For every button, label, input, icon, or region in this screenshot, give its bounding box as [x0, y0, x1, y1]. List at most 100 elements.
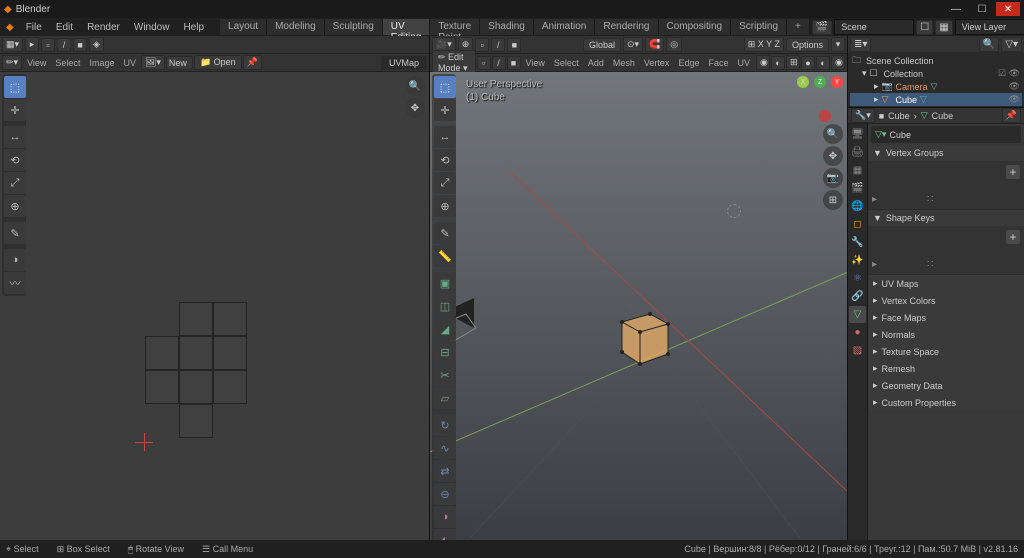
tool-rotate[interactable]: ⟲: [4, 149, 26, 171]
v3d-mesh[interactable]: Mesh: [609, 58, 639, 68]
tree-collection[interactable]: ▾☐Collection☑ 👁: [850, 67, 1022, 80]
tab-rendering[interactable]: Rendering: [595, 19, 658, 35]
camera-view-icon[interactable]: 📷: [823, 168, 843, 188]
tree-scene-collection[interactable]: 🗀Scene Collection: [850, 54, 1022, 67]
sel-island[interactable]: ◈: [89, 37, 104, 52]
mode-uv[interactable]: ✏▾: [2, 55, 22, 70]
ptab-material[interactable]: ●: [849, 324, 866, 341]
scene-new[interactable]: ☐: [916, 20, 933, 35]
mirror-x-icon[interactable]: ⊞ X Y Z: [744, 37, 784, 52]
persp-icon[interactable]: ⊞: [823, 190, 843, 210]
v3d-vertex[interactable]: Vertex: [640, 58, 674, 68]
tool-smooth[interactable]: ∿: [434, 437, 456, 459]
tab-texture-paint[interactable]: Texture Paint: [430, 19, 480, 35]
prop-edit-icon[interactable]: ◎: [666, 37, 682, 52]
view3d-viewport[interactable]: ⬚ ✛ ↔ ⟲ ⤢ ⊕ ✎ 📏 ▣ ◫ ◢ ⊟ ✂ ▱ ↻ ∿ ⇄: [430, 72, 847, 540]
blender-icon[interactable]: ◆: [2, 22, 18, 33]
gizmo-toggle-icon[interactable]: ◐: [771, 56, 785, 70]
section-custom-properties[interactable]: ▸Custom Properties: [868, 394, 1024, 411]
shading-render-icon[interactable]: ◉: [831, 55, 845, 70]
pin-icon[interactable]: 📌: [1002, 108, 1021, 123]
tab-animation[interactable]: Animation: [534, 19, 595, 35]
section-face-maps[interactable]: ▸Face Maps: [868, 309, 1024, 326]
add-shapekey[interactable]: +: [1006, 230, 1020, 244]
ptab-texture[interactable]: ▨: [849, 342, 866, 359]
tab-layout[interactable]: Layout: [220, 19, 267, 35]
v3d-sel-face[interactable]: ■: [507, 56, 521, 70]
tab-uv-editing[interactable]: UV Editing: [383, 19, 431, 35]
ptab-mesh[interactable]: ▽: [849, 306, 866, 323]
tab-add[interactable]: +: [787, 19, 810, 35]
viewlayer-name[interactable]: View Layer: [955, 19, 1024, 35]
outliner-type-icon[interactable]: ≣▾: [850, 37, 871, 52]
ptab-physics[interactable]: ⚛: [849, 270, 866, 287]
ptab-render[interactable]: 🖥: [849, 126, 866, 143]
shapekey-special[interactable]: ∷: [927, 259, 933, 270]
section-geometry-data[interactable]: ▸Geometry Data: [868, 377, 1024, 394]
tool-inset[interactable]: ◫: [434, 295, 456, 317]
minimize-button[interactable]: —: [944, 2, 968, 16]
pivot-icon[interactable]: ⊙▾: [623, 37, 643, 52]
tab-shading[interactable]: Shading: [480, 19, 534, 35]
tab-sculpting[interactable]: Sculpting: [325, 19, 383, 35]
v3d-view[interactable]: View: [522, 58, 549, 68]
uv-select[interactable]: Select: [51, 58, 84, 68]
menu-render[interactable]: Render: [81, 20, 126, 35]
ptab-world[interactable]: 🌐: [849, 198, 866, 215]
v3d-sel-edge[interactable]: /: [492, 56, 506, 70]
tree-cube[interactable]: ▸▽Cube▽👁: [850, 93, 1022, 106]
mesh-name-field[interactable]: ▽▾Cube: [871, 126, 1021, 143]
tool-rip-edge[interactable]: ◐: [434, 529, 456, 540]
tool-scale-3d[interactable]: ⤢: [434, 172, 456, 194]
tool-grab[interactable]: 〰: [4, 272, 26, 294]
menu-file[interactable]: File: [20, 20, 48, 35]
select-mode-face[interactable]: ■: [507, 38, 521, 52]
open-button[interactable]: 📁 Open: [194, 55, 242, 70]
pan-3d-icon[interactable]: ✥: [823, 146, 843, 166]
v3d-sel-vert[interactable]: ▫: [477, 56, 491, 70]
zoom-icon[interactable]: 🔍: [405, 76, 425, 96]
menu-help[interactable]: Help: [177, 20, 210, 35]
tab-compositing[interactable]: Compositing: [659, 19, 732, 35]
tool-shrink[interactable]: ⊖: [434, 483, 456, 505]
section-shape-keys[interactable]: ▼Shape Keys: [868, 210, 1024, 226]
nav-gizmo[interactable]: Z Y X: [797, 76, 843, 122]
tool-move[interactable]: ↔: [4, 126, 26, 148]
tool-rip[interactable]: ◑: [4, 249, 26, 271]
add-vgroup[interactable]: +: [1006, 165, 1020, 179]
v3d-select[interactable]: Select: [550, 58, 583, 68]
tab-modeling[interactable]: Modeling: [267, 19, 325, 35]
ptab-scene[interactable]: 🎬: [849, 180, 866, 197]
ptab-viewlayer[interactable]: ▦: [849, 162, 866, 179]
tool-select-3d[interactable]: ⬚: [434, 76, 456, 98]
tool-rip-3d[interactable]: ◑: [434, 506, 456, 528]
uv-image[interactable]: Image: [85, 58, 118, 68]
light-object[interactable]: [727, 204, 741, 218]
zoom-3d-icon[interactable]: 🔍: [823, 124, 843, 144]
tool-select[interactable]: ⬚: [4, 76, 26, 98]
tool-knife[interactable]: ✂: [434, 364, 456, 386]
tool-extrude[interactable]: ▣: [434, 272, 456, 294]
tool-cursor-3d[interactable]: ✛: [434, 99, 456, 121]
shading-wire-icon[interactable]: ⊞: [786, 55, 800, 70]
close-button[interactable]: ✕: [996, 2, 1020, 16]
uv-viewport[interactable]: ⬚ ✛ ↔ ⟲ ⤢ ⊕ ✎ ◑ 〰: [0, 72, 429, 540]
section-vertex-colors[interactable]: ▸Vertex Colors: [868, 292, 1024, 309]
select-mode-edge[interactable]: /: [491, 38, 505, 52]
snap-icon[interactable]: 🧲: [645, 37, 664, 52]
ptab-object[interactable]: ◻: [849, 216, 866, 233]
tool-cursor[interactable]: ✛: [4, 99, 26, 121]
shading-solid-icon[interactable]: ●: [801, 56, 815, 70]
v3d-add[interactable]: Add: [584, 58, 608, 68]
tool-measure[interactable]: 📏: [434, 245, 456, 267]
select-mode-vert[interactable]: ▫: [475, 38, 489, 52]
section-normals[interactable]: ▸Normals: [868, 326, 1024, 343]
pin-icon[interactable]: 📌: [243, 55, 262, 70]
ptab-constraints[interactable]: 🔗: [849, 288, 866, 305]
section-texture-space[interactable]: ▸Texture Space: [868, 343, 1024, 360]
uvmap-select[interactable]: UVMap: [381, 56, 427, 70]
pan-icon[interactable]: ✥: [405, 98, 425, 118]
toggle-overlay-icon[interactable]: ▾: [831, 37, 845, 52]
tool-loopcut[interactable]: ⊟: [434, 341, 456, 363]
sel-face[interactable]: ■: [73, 38, 87, 52]
